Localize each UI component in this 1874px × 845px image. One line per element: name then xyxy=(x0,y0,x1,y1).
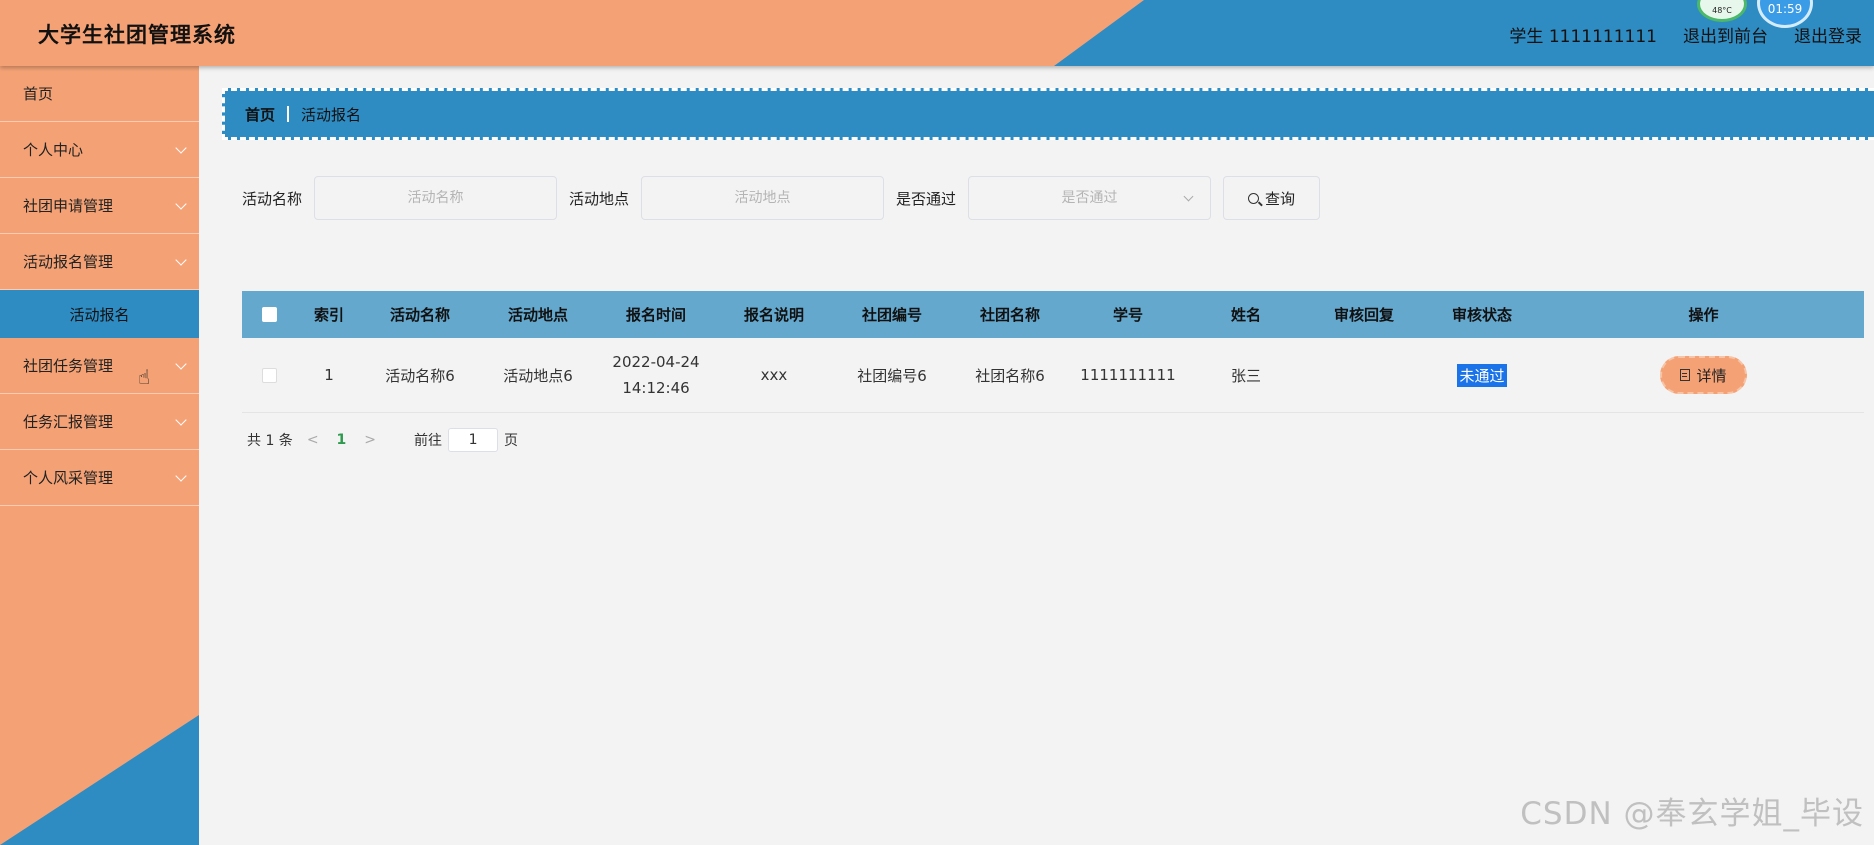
sidebar-item-personal-showcase[interactable]: 个人风采管理 xyxy=(0,450,199,506)
row-actions: 详情 xyxy=(1541,356,1866,394)
breadcrumb: 首页 活动报名 xyxy=(222,88,1874,140)
column-header: 活动名称 xyxy=(389,306,450,324)
sidebar-item-label: 任务汇报管理 xyxy=(23,413,114,431)
column-header: 报名时间 xyxy=(625,305,686,324)
sidebar-item-label: 活动报名管理 xyxy=(23,253,114,271)
row-status: 未通过 xyxy=(1423,363,1541,387)
chevron-down-icon xyxy=(175,470,187,482)
current-user: 学生 1111111111 xyxy=(1509,27,1657,47)
breadcrumb-home[interactable]: 首页 xyxy=(245,104,275,125)
top-header: 大学生社团管理系统 48°C 01:59 学生 1111111111 退出到前台… xyxy=(0,0,1874,66)
hand-cursor-icon: ☝ xyxy=(138,365,151,389)
goto-label: 前往 xyxy=(414,433,443,449)
column-header: 索引 xyxy=(313,306,344,324)
sidebar-item-label: 社团申请管理 xyxy=(23,197,114,215)
sidebar-subitem-label: 活动报名 xyxy=(69,305,130,324)
row-club-name: 社团名称6 xyxy=(975,366,1045,385)
column-header: 操作 xyxy=(1688,306,1719,324)
pagination-total: 共 1 条 xyxy=(247,433,293,449)
next-page-icon[interactable]: > xyxy=(364,432,376,448)
table-header: 索引 活动名称 活动地点 报名时间 报名说明 社团编号 社团名称 学号 姓名 审… xyxy=(242,291,1864,338)
select-all-checkbox[interactable] xyxy=(242,307,297,322)
row-club-no: 社团编号6 xyxy=(857,366,927,385)
row-student-no: 1111111111 xyxy=(1080,366,1176,384)
detail-button[interactable]: 详情 xyxy=(1660,356,1747,394)
row-signup-date: 2022-04-24 xyxy=(612,353,700,371)
chevron-down-icon xyxy=(175,142,187,154)
chevron-down-icon xyxy=(175,414,187,426)
activity-name-label: 活动名称 xyxy=(242,189,303,208)
sidebar-item-activity-signup[interactable]: 活动报名管理 xyxy=(0,234,199,290)
sidebar-item-club-tasks[interactable]: 社团任务管理 xyxy=(0,338,199,394)
detail-button-label: 详情 xyxy=(1696,366,1727,385)
sidebar-decoration xyxy=(0,715,199,845)
column-header: 学号 xyxy=(1112,306,1143,324)
sidebar-item-club-application[interactable]: 社团申请管理 xyxy=(0,178,199,234)
column-header: 审核状态 xyxy=(1451,306,1512,324)
passed-select-placeholder: 是否通过 xyxy=(1061,190,1118,206)
column-header: 活动地点 xyxy=(507,306,568,324)
row-signup-clock: 14:12:46 xyxy=(622,379,690,397)
document-icon xyxy=(1680,369,1691,381)
chevron-down-icon xyxy=(1183,191,1194,202)
goto-page-input[interactable]: 1 xyxy=(448,428,499,452)
sidebar-item-task-reports[interactable]: 任务汇报管理 xyxy=(0,394,199,450)
column-header: 姓名 xyxy=(1230,306,1261,324)
pagination: 共 1 条 < 1 > 前往 1 页 xyxy=(247,428,518,452)
sidebar: 首页 个人中心 社团申请管理 活动报名管理 活动报名 社团任务管理 任务汇报管理… xyxy=(0,66,199,845)
row-activity-name: 活动名称6 xyxy=(385,366,455,385)
sidebar-item-personal-center[interactable]: 个人中心 xyxy=(0,122,199,178)
column-header: 社团编号 xyxy=(861,306,922,324)
row-signup-time: 2022-04-24 14:12:46 xyxy=(597,349,715,401)
sidebar-item-label: 社团任务管理 xyxy=(23,357,114,375)
activity-location-input[interactable]: 活动地点 xyxy=(641,176,885,220)
breadcrumb-separator xyxy=(287,106,290,122)
sidebar-item-label: 个人中心 xyxy=(23,141,84,159)
signup-table: 索引 活动名称 活动地点 报名时间 报名说明 社团编号 社团名称 学号 姓名 审… xyxy=(242,291,1864,413)
watermark: CSDN @奉玄学姐_毕设 xyxy=(1520,796,1864,832)
row-checkbox[interactable] xyxy=(242,367,297,383)
back-to-front-link[interactable]: 退出到前台 xyxy=(1683,22,1768,47)
system-title: 大学生社团管理系统 xyxy=(38,23,236,47)
row-index: 1 xyxy=(324,366,334,384)
activity-name-input[interactable]: 活动名称 xyxy=(314,176,558,220)
page-suffix: 页 xyxy=(504,433,519,449)
prev-page-icon[interactable]: < xyxy=(307,432,319,448)
search-bar: 活动名称 活动名称 活动地点 活动地点 是否通过 是否通过 查询 xyxy=(242,176,1321,220)
column-header: 报名说明 xyxy=(743,306,804,324)
chevron-down-icon xyxy=(175,358,187,370)
chevron-down-icon xyxy=(175,198,187,210)
column-header: 社团名称 xyxy=(979,306,1040,324)
chevron-down-icon xyxy=(175,254,187,266)
sidebar-item-label: 首页 xyxy=(23,85,54,103)
sidebar-item-label: 个人风采管理 xyxy=(23,469,114,487)
logout-link[interactable]: 退出登录 xyxy=(1794,22,1862,47)
row-student-name: 张三 xyxy=(1230,366,1261,385)
search-button[interactable]: 查询 xyxy=(1223,176,1321,220)
row-description: xxx xyxy=(760,366,788,384)
passed-select[interactable]: 是否通过 xyxy=(968,176,1212,220)
header-user-area: 学生 1111111111 退出到前台 退出登录 xyxy=(1509,22,1862,47)
sidebar-item-home[interactable]: 首页 xyxy=(0,66,199,122)
status-badge: 未通过 xyxy=(1457,363,1507,387)
passed-label: 是否通过 xyxy=(896,189,957,208)
page-number-current[interactable]: 1 xyxy=(337,432,347,448)
search-button-label: 查询 xyxy=(1265,189,1296,208)
column-header: 审核回复 xyxy=(1333,306,1394,324)
row-location: 活动地点6 xyxy=(503,366,573,385)
sidebar-subitem-activity-signup[interactable]: 活动报名 xyxy=(0,290,199,338)
activity-location-label: 活动地点 xyxy=(569,189,630,208)
breadcrumb-current: 活动报名 xyxy=(301,105,362,124)
table-row: 1 活动名称6 活动地点6 2022-04-24 14:12:46 xxx 社团… xyxy=(242,338,1864,413)
search-icon xyxy=(1248,192,1260,204)
